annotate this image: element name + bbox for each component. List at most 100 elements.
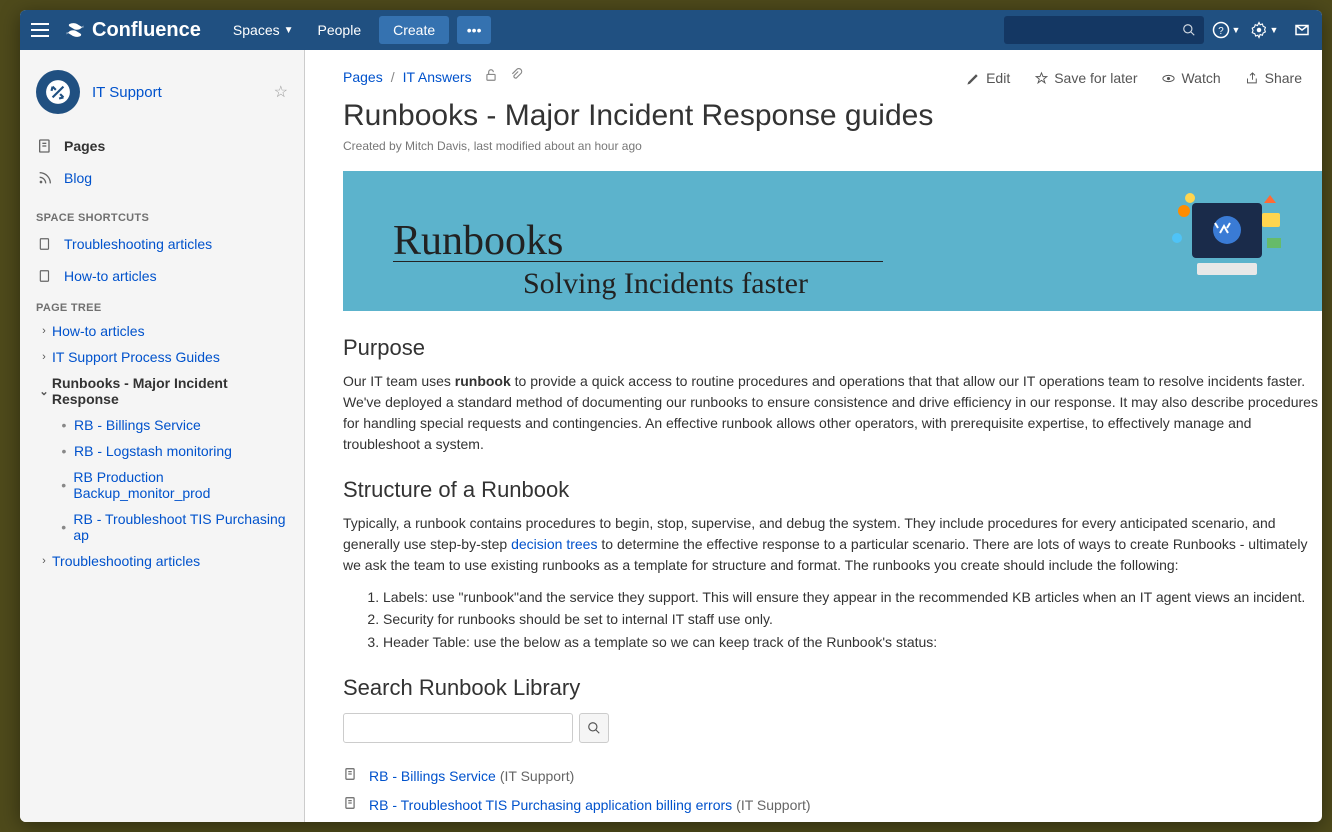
notification-icon	[1293, 21, 1311, 39]
result-row: RB - Troubleshoot TIS Purchasing applica…	[343, 790, 1322, 819]
page-icon	[36, 235, 54, 253]
page-title: Runbooks - Major Incident Response guide…	[343, 99, 1322, 133]
chevron-right-icon[interactable]: ›	[36, 325, 52, 337]
caret-down-icon: ▼	[1270, 25, 1279, 35]
page-icon	[343, 795, 361, 814]
eye-icon	[1161, 71, 1176, 86]
logo-text: Confluence	[92, 19, 201, 42]
share-action[interactable]: Share	[1245, 70, 1302, 86]
heading-purpose: Purpose	[343, 335, 1322, 361]
sidebar-blog[interactable]: Blog	[20, 162, 304, 194]
search-icon	[587, 721, 601, 735]
sidebar-pages-label: Pages	[64, 138, 105, 154]
space-avatar[interactable]	[36, 70, 80, 114]
create-button[interactable]: Create	[379, 16, 449, 44]
tree-item-billings[interactable]: RB - Billings Service	[52, 412, 300, 438]
create-label: Create	[393, 22, 435, 38]
banner-divider	[393, 261, 883, 262]
help-icon: ?	[1212, 21, 1230, 39]
shortcut-howto[interactable]: How-to articles	[20, 260, 304, 292]
star-icon	[1034, 71, 1049, 86]
attachment-icon[interactable]	[510, 68, 524, 85]
star-icon[interactable]: ☆	[274, 82, 288, 102]
content-area: Pages / IT Answers Edit Save for later	[305, 50, 1322, 822]
breadcrumb-answers[interactable]: IT Answers	[403, 69, 472, 85]
app-switcher-icon[interactable]	[28, 18, 52, 42]
result-link[interactable]: RB - Billings Service	[369, 768, 496, 784]
tree-item-logstash[interactable]: RB - Logstash monitoring	[52, 438, 300, 464]
decision-trees-link[interactable]: decision trees	[511, 536, 597, 552]
tree-item-runbooks[interactable]: ⌄Runbooks - Major Incident Response	[32, 370, 300, 412]
share-icon	[1245, 71, 1260, 86]
list-item: Security for runbooks should be set to i…	[383, 608, 1322, 630]
result-row: RB - Logstash monitoring(IT Support)	[343, 819, 1322, 822]
confluence-logo[interactable]: Confluence	[64, 19, 201, 42]
runbook-search-input[interactable]	[343, 713, 573, 743]
create-more-button[interactable]: •••	[457, 16, 491, 44]
result-link[interactable]: RB - Troubleshoot TIS Purchasing applica…	[369, 797, 732, 813]
tree-item-process[interactable]: ›IT Support Process Guides	[32, 344, 300, 370]
nav-spaces[interactable]: Spaces ▼	[221, 10, 306, 50]
result-row: RB - Billings Service(IT Support)	[343, 761, 1322, 790]
search-row	[343, 713, 1322, 743]
structure-list: Labels: use "runbook"and the service the…	[383, 586, 1322, 653]
shortcut-troubleshooting[interactable]: Troubleshooting articles	[20, 228, 304, 260]
unlock-icon[interactable]	[484, 68, 498, 85]
tree-item-backup[interactable]: RB Production Backup_monitor_prod	[52, 464, 300, 506]
sidebar-blog-label: Blog	[64, 170, 92, 186]
caret-down-icon: ▼	[284, 25, 294, 36]
settings-button[interactable]: ▼	[1248, 14, 1280, 46]
nav-people-label: People	[318, 22, 362, 38]
tree-item-troubleshooting[interactable]: ›Troubleshooting articles	[32, 548, 300, 574]
chevron-down-icon[interactable]: ⌄	[36, 385, 52, 398]
ellipsis-icon: •••	[467, 22, 482, 38]
chevron-right-icon[interactable]: ›	[36, 555, 52, 567]
tree-item-howto[interactable]: ›How-to articles	[32, 318, 300, 344]
rss-icon	[36, 169, 54, 187]
runbook-search-button[interactable]	[579, 713, 609, 743]
sidebar-pages[interactable]: Pages	[20, 130, 304, 162]
results-list: RB - Billings Service(IT Support)RB - Tr…	[343, 761, 1322, 822]
chevron-right-icon[interactable]: ›	[36, 351, 52, 363]
shortcuts-heading: SPACE SHORTCUTS	[20, 202, 304, 228]
gear-icon	[1250, 21, 1268, 39]
banner-title: Runbooks	[393, 217, 563, 265]
page-tree: ›How-to articles ›IT Support Process Gui…	[20, 318, 304, 574]
help-button[interactable]: ? ▼	[1210, 14, 1242, 46]
list-item: Labels: use "runbook"and the service the…	[383, 586, 1322, 608]
save-action[interactable]: Save for later	[1034, 70, 1137, 86]
watch-action[interactable]: Watch	[1161, 70, 1220, 86]
heading-search: Search Runbook Library	[343, 675, 1322, 701]
nav-spaces-label: Spaces	[233, 22, 280, 38]
structure-paragraph: Typically, a runbook contains procedures…	[343, 513, 1322, 576]
caret-down-icon: ▼	[1232, 25, 1241, 35]
purpose-paragraph: Our IT team uses runbook to provide a qu…	[343, 371, 1322, 455]
tree-item-tis[interactable]: RB - Troubleshoot TIS Purchasing ap	[52, 506, 300, 548]
search-icon	[1182, 23, 1196, 37]
breadcrumb-sep: /	[391, 69, 395, 85]
page-icon	[36, 267, 54, 285]
global-search[interactable]	[1004, 16, 1204, 44]
shortcut-label: Troubleshooting articles	[64, 236, 212, 252]
list-item: Header Table: use the below as a templat…	[383, 631, 1322, 653]
tree-heading: PAGE TREE	[20, 292, 304, 318]
page-icon	[343, 766, 361, 785]
space-name-link[interactable]: IT Support	[92, 84, 274, 101]
page-actions: Edit Save for later Watch Share	[966, 70, 1302, 86]
shortcut-label: How-to articles	[64, 268, 157, 284]
byline: Created by Mitch Davis, last modified ab…	[343, 139, 1322, 153]
breadcrumb-pages[interactable]: Pages	[343, 69, 383, 85]
notifications-button[interactable]	[1286, 14, 1318, 46]
svg-text:?: ?	[1218, 26, 1224, 37]
result-space: (IT Support)	[736, 797, 810, 813]
edit-action[interactable]: Edit	[966, 70, 1010, 86]
sidebar: IT Support ☆ Pages Blog SPACE SHORTCUTS …	[20, 50, 305, 822]
space-header: IT Support ☆	[20, 62, 304, 122]
result-space: (IT Support)	[500, 768, 574, 784]
heading-structure: Structure of a Runbook	[343, 477, 1322, 503]
pencil-icon	[966, 71, 981, 86]
topbar: Confluence Spaces ▼ People Create ••• ? …	[20, 10, 1322, 50]
pages-icon	[36, 137, 54, 155]
nav-people[interactable]: People	[306, 10, 374, 50]
banner-subtitle: Solving Incidents faster	[523, 267, 808, 301]
